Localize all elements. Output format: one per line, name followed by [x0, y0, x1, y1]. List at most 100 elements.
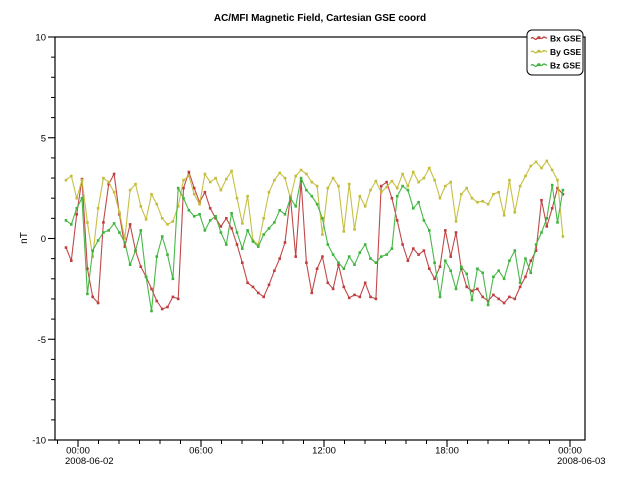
x-tick-label: 00:00 — [558, 446, 582, 457]
data-point — [487, 203, 490, 206]
series-line-bz-gse — [66, 178, 563, 311]
data-point — [262, 233, 265, 236]
data-point — [546, 160, 549, 163]
data-point — [161, 308, 164, 311]
data-point — [401, 243, 404, 246]
data-point — [188, 175, 191, 178]
data-point — [562, 235, 565, 238]
data-point — [107, 229, 110, 232]
data-point — [81, 197, 84, 200]
data-point — [300, 169, 303, 172]
data-point — [204, 191, 207, 194]
data-point — [535, 161, 538, 164]
data-point — [375, 298, 378, 301]
legend-label: Bx GSE — [550, 34, 582, 44]
data-point — [321, 233, 324, 236]
data-point — [81, 179, 84, 182]
data-point — [294, 255, 297, 258]
data-point — [311, 195, 314, 198]
data-point — [465, 273, 468, 276]
data-point — [198, 203, 201, 206]
data-point — [423, 177, 426, 180]
data-point — [241, 247, 244, 250]
data-point — [481, 296, 484, 299]
data-point — [449, 269, 452, 272]
data-point — [278, 172, 281, 175]
data-point — [262, 217, 265, 220]
data-point — [70, 223, 73, 226]
data-point — [225, 178, 228, 181]
x-tick-label: 00:00 — [66, 446, 90, 457]
data-point — [417, 253, 420, 256]
data-point — [423, 219, 426, 222]
data-point — [343, 267, 346, 270]
data-point — [471, 299, 474, 302]
data-point — [241, 261, 244, 264]
data-point — [166, 306, 169, 309]
data-point — [556, 179, 559, 182]
data-point — [492, 294, 495, 297]
data-point — [257, 245, 260, 248]
data-point — [118, 231, 121, 234]
data-point — [177, 187, 180, 190]
data-point — [412, 171, 415, 174]
data-point — [204, 229, 207, 232]
data-point — [150, 310, 153, 313]
data-point — [396, 187, 399, 190]
y-tick-label: -10 — [32, 436, 46, 447]
data-point — [129, 263, 132, 266]
data-point — [497, 269, 500, 272]
data-point — [107, 181, 110, 184]
data-point — [134, 249, 137, 252]
data-point — [305, 261, 308, 264]
data-point — [278, 257, 281, 260]
data-point — [476, 201, 479, 204]
data-point — [236, 243, 239, 246]
data-point — [514, 211, 517, 214]
data-point — [65, 219, 68, 222]
data-point — [428, 167, 431, 170]
data-point — [439, 296, 442, 299]
data-point — [156, 255, 159, 258]
data-point — [417, 181, 420, 184]
data-point — [91, 249, 94, 252]
data-point — [172, 296, 175, 299]
data-point — [214, 215, 217, 218]
data-point — [289, 197, 292, 200]
data-point — [401, 173, 404, 176]
data-point — [166, 223, 169, 226]
data-point — [433, 278, 436, 281]
data-point — [546, 225, 549, 228]
data-point — [316, 185, 319, 188]
x-tick-label: 18:00 — [435, 446, 459, 457]
data-point — [75, 207, 78, 210]
data-point — [75, 213, 78, 216]
data-point — [412, 207, 415, 210]
data-point — [530, 259, 533, 262]
data-point — [86, 293, 89, 296]
data-point — [433, 261, 436, 264]
series-line-bx-gse — [66, 172, 563, 309]
data-point — [156, 203, 159, 206]
data-point — [273, 221, 276, 224]
data-point — [65, 246, 68, 249]
data-point — [503, 214, 506, 217]
data-point — [305, 173, 308, 176]
data-point — [327, 243, 330, 246]
data-point — [172, 278, 175, 281]
data-point — [300, 177, 303, 180]
data-point — [140, 205, 143, 208]
data-point — [455, 231, 458, 234]
data-point — [540, 231, 543, 234]
data-point — [220, 189, 223, 192]
data-point — [407, 259, 410, 262]
data-point — [428, 229, 431, 232]
data-point — [188, 171, 191, 174]
data-point — [246, 195, 249, 198]
data-point — [273, 179, 276, 182]
data-point — [220, 231, 223, 234]
data-point — [172, 220, 175, 223]
x-start-date-label: 2008-06-02 — [65, 456, 114, 467]
data-point — [449, 255, 452, 258]
data-point — [91, 296, 94, 299]
